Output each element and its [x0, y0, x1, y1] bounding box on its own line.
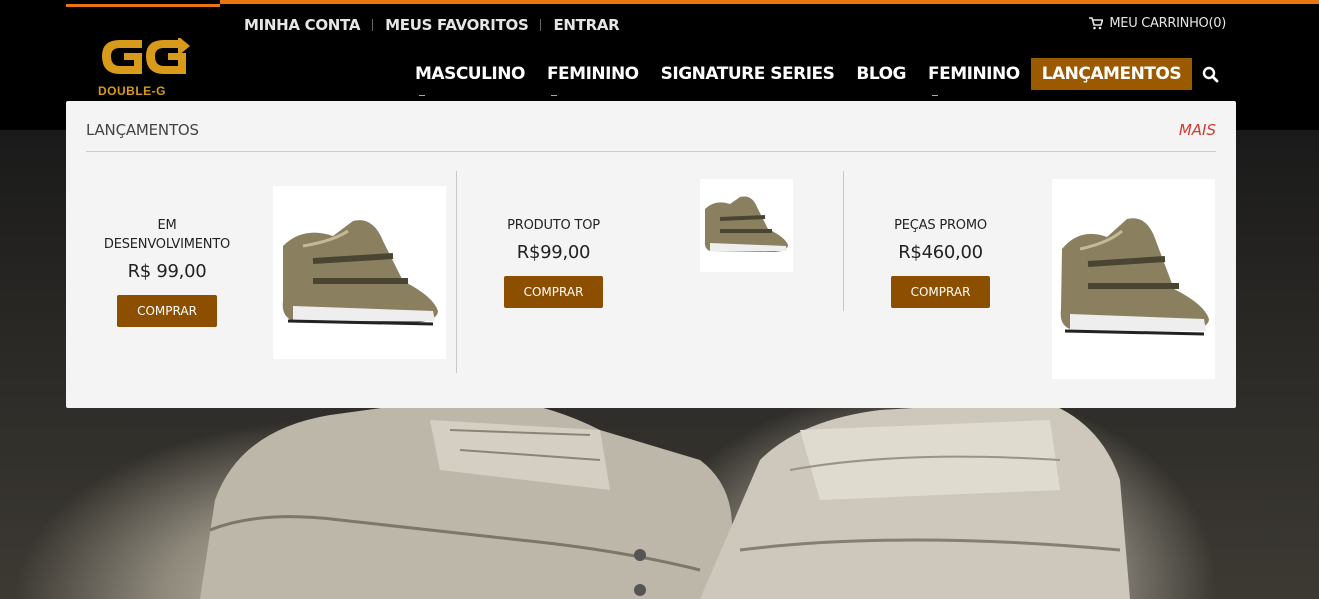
submenu-indicator	[550, 95, 557, 96]
product-name-line1: EM	[157, 218, 177, 233]
account-nav: MINHA CONTA MEUS FAVORITOS ENTRAR	[244, 16, 620, 34]
main-nav: MASCULINO FEMININO SIGNATURE SERIES BLOG…	[404, 58, 1193, 96]
gold-sneaker-image	[1060, 218, 1209, 336]
submenu-indicator	[419, 95, 425, 96]
nav-masculino[interactable]: MASCULINO	[404, 58, 536, 96]
nav-separator	[372, 19, 374, 31]
nav-label: SIGNATURE SERIES	[660, 64, 835, 84]
product-name-line1: PRODUTO TOP	[507, 218, 600, 233]
buy-button[interactable]: COMPRAR	[890, 276, 991, 308]
nav-label: FEMININO	[927, 64, 1020, 84]
product-card-info: PRODUTO TOP R$99,00 COMPRAR	[476, 216, 631, 308]
product-image[interactable]	[273, 186, 446, 359]
nav-feminino-2[interactable]: FEMININO	[917, 58, 1031, 96]
gold-sneaker-small-image	[704, 196, 788, 252]
cart-icon	[1089, 17, 1104, 30]
column-divider	[456, 171, 457, 373]
lancamentos-dropdown: LANÇAMENTOS MAIS EM DESENVOLVIMENTO R$ 9…	[66, 101, 1236, 408]
cart-link[interactable]: MEU CARRINHO(0)	[1089, 16, 1226, 31]
column-divider	[843, 171, 844, 311]
dropdown-header: LANÇAMENTOS MAIS	[86, 121, 1216, 152]
login-link[interactable]: ENTRAR	[553, 16, 619, 34]
nav-label: MASCULINO	[415, 64, 525, 84]
nav-signature-series[interactable]: SIGNATURE SERIES	[650, 58, 846, 90]
top-accent-bar	[220, 0, 1319, 4]
product-price: R$ 99,00	[127, 261, 207, 282]
gold-sneaker-image	[282, 220, 438, 326]
double-g-logo-icon	[102, 36, 190, 74]
product-image[interactable]	[700, 179, 793, 272]
product-card-info: EM DESENVOLVIMENTO R$ 99,00 COMPRAR	[86, 216, 248, 327]
nav-separator	[540, 19, 542, 31]
top-accent-left-bar	[66, 4, 220, 7]
buy-button[interactable]: COMPRAR	[117, 295, 217, 327]
product-name-line2: DESENVOLVIMENTO	[103, 237, 231, 252]
product-name-line1: PEÇAS PROMO	[894, 218, 987, 233]
submenu-indicator	[931, 95, 938, 96]
product-price: R$99,00	[516, 242, 591, 263]
more-link[interactable]: MAIS	[1179, 121, 1216, 139]
search-button[interactable]	[1202, 66, 1220, 84]
nav-feminino[interactable]: FEMININO	[536, 58, 650, 96]
my-favorites-link[interactable]: MEUS FAVORITOS	[385, 16, 529, 34]
product-card-info: PEÇAS PROMO R$460,00 COMPRAR	[863, 216, 1018, 308]
nav-label: FEMININO	[546, 64, 639, 84]
buy-button[interactable]: COMPRAR	[503, 276, 604, 308]
dropdown-title: LANÇAMENTOS	[86, 121, 199, 139]
nav-blog[interactable]: BLOG	[845, 58, 917, 90]
product-price: R$460,00	[898, 242, 983, 263]
logo-text: DOUBLE-G	[98, 84, 166, 98]
nav-label: BLOG	[856, 64, 906, 84]
product-image[interactable]	[1052, 179, 1215, 379]
nav-label: LANÇAMENTOS	[1041, 64, 1182, 84]
double-g-logo[interactable]: DOUBLE-G	[98, 36, 193, 98]
search-icon	[1202, 66, 1219, 83]
my-account-link[interactable]: MINHA CONTA	[244, 16, 360, 34]
nav-lancamentos[interactable]: LANÇAMENTOS	[1030, 58, 1193, 90]
cart-label: MEU CARRINHO(0)	[1109, 16, 1226, 31]
